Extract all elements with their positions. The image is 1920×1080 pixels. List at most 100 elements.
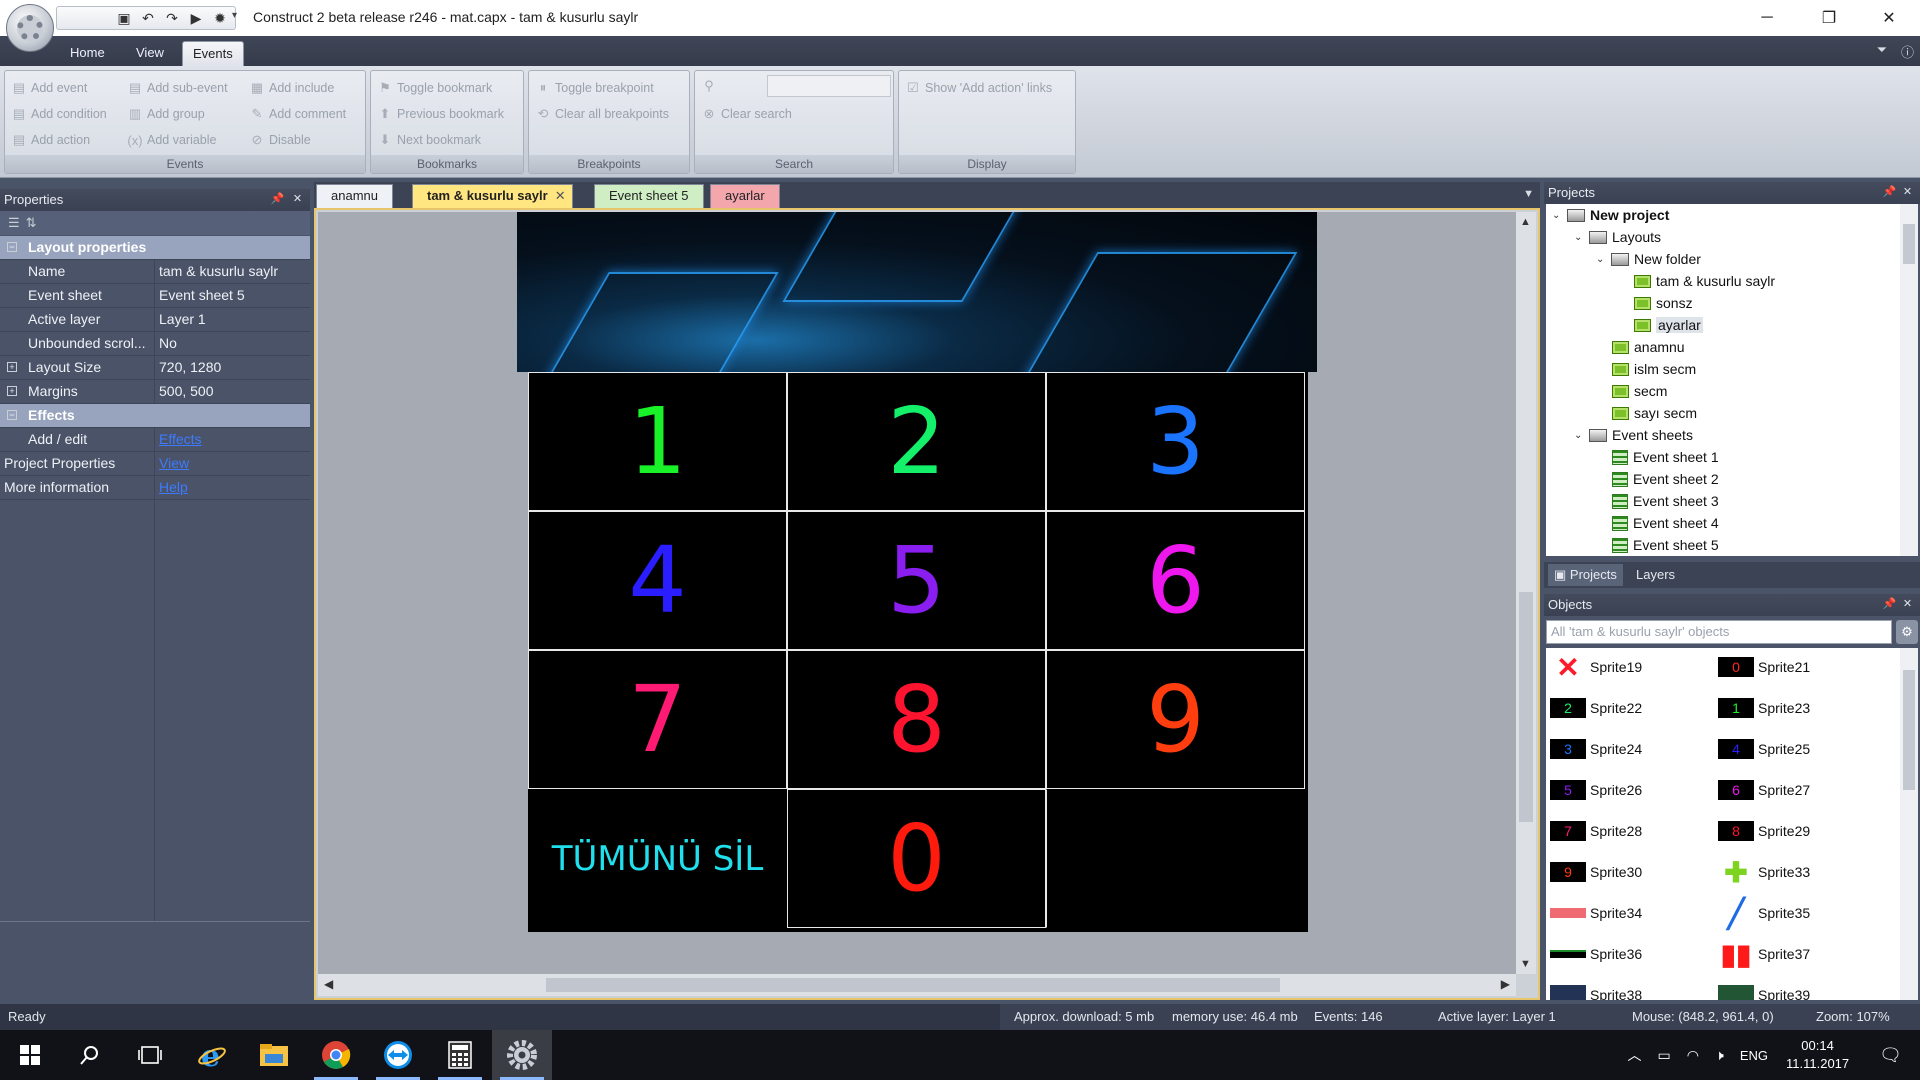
previous-bookmark-button[interactable]: ⬆ Previous bookmark bbox=[377, 103, 504, 125]
object-item[interactable]: 4 Sprite25 bbox=[1718, 732, 1810, 766]
horizontal-scrollbar[interactable]: ◀ ▶ bbox=[318, 974, 1516, 996]
help-link[interactable]: Help bbox=[159, 479, 188, 495]
battery-icon[interactable]: ▭ bbox=[1658, 1047, 1671, 1064]
property-row[interactable]: Active layer Layer 1 bbox=[0, 308, 310, 332]
close-tab-icon[interactable]: ✕ bbox=[555, 185, 566, 207]
add-event-button[interactable]: ▤ Add event bbox=[11, 77, 87, 99]
sort-alpha-icon[interactable]: ⇅ bbox=[26, 215, 37, 231]
pin-icon[interactable]: 📌 bbox=[1882, 597, 1897, 612]
tree-node-event-sheet[interactable]: Event sheet 3 bbox=[1612, 490, 1719, 512]
objects-scrollbar[interactable] bbox=[1900, 648, 1918, 1000]
key-3[interactable]: 3 bbox=[1046, 372, 1305, 511]
toggle-breakpoint-button[interactable]: ⏸ Toggle breakpoint bbox=[535, 77, 654, 99]
help-icon[interactable]: ⓘ bbox=[1901, 42, 1914, 61]
next-bookmark-button[interactable]: ⬇ Next bookmark bbox=[377, 129, 482, 151]
tree-node-layout[interactable]: tam & kusurlu saylr bbox=[1634, 270, 1775, 292]
chevron-up-icon[interactable]: ︿ bbox=[1628, 1045, 1642, 1065]
banner-sprite[interactable] bbox=[517, 212, 1317, 372]
property-value[interactable]: tam & kusurlu saylr bbox=[155, 260, 310, 283]
close-panel-icon[interactable]: ✕ bbox=[1900, 185, 1915, 200]
object-item[interactable]: ╱ Sprite35 bbox=[1718, 896, 1811, 930]
tree-node-layout[interactable]: ayarlar bbox=[1634, 314, 1703, 336]
tree-node-new-folder[interactable]: ⌄ New folder bbox=[1596, 248, 1701, 270]
property-row[interactable]: Add / edit Effects bbox=[0, 428, 310, 452]
view-project-link[interactable]: View bbox=[159, 455, 189, 471]
tree-node-project[interactable]: ⌄ New project bbox=[1552, 204, 1669, 226]
object-item[interactable]: 3 Sprite24 bbox=[1550, 732, 1642, 766]
calculator-icon[interactable] bbox=[430, 1030, 490, 1080]
object-item[interactable]: Sprite38 bbox=[1550, 978, 1642, 1000]
close-panel-icon[interactable]: ✕ bbox=[1900, 597, 1915, 612]
key-8[interactable]: 8 bbox=[787, 650, 1046, 789]
run-layout-icon[interactable]: ▶ bbox=[185, 8, 207, 28]
property-row[interactable]: Name tam & kusurlu saylr bbox=[0, 260, 310, 284]
search-button[interactable]: ⚲ bbox=[701, 75, 717, 97]
add-variable-button[interactable]: (x) Add variable bbox=[127, 129, 216, 151]
property-row[interactable]: + Margins 500, 500 bbox=[0, 380, 310, 404]
key-9[interactable]: 9 bbox=[1046, 650, 1305, 789]
toggle-bookmark-button[interactable]: ⚑ Toggle bookmark bbox=[377, 77, 492, 99]
pin-icon[interactable]: 📌 bbox=[270, 192, 285, 207]
tree-node-layout[interactable]: anamnu bbox=[1612, 336, 1685, 358]
object-item[interactable]: 8 Sprite29 bbox=[1718, 814, 1810, 848]
tab-layers[interactable]: Layers bbox=[1630, 564, 1681, 586]
layout-editor[interactable]: 1 2 3 4 5 6 7 8 9 TÜMÜNÜ SİL 0 ▲ ▼ ◀ ▶ bbox=[314, 208, 1540, 1000]
clear-all-button[interactable]: TÜMÜNÜ SİL bbox=[528, 789, 787, 928]
redo-icon[interactable]: ↷ bbox=[161, 8, 183, 28]
tree-node-event-sheets[interactable]: ⌄ Event sheets bbox=[1574, 424, 1693, 446]
project-tree-scrollbar[interactable] bbox=[1900, 204, 1918, 556]
key-6[interactable]: 6 bbox=[1046, 511, 1305, 650]
expand-icon[interactable]: + bbox=[7, 362, 17, 372]
construct2-taskbar-icon[interactable] bbox=[492, 1030, 552, 1080]
object-item[interactable]: Sprite34 bbox=[1550, 896, 1642, 930]
scroll-thumb[interactable] bbox=[1903, 224, 1915, 264]
categorized-icon[interactable]: ☰ bbox=[8, 215, 20, 231]
minimize-ribbon-icon[interactable]: ⏷ bbox=[1877, 42, 1887, 61]
tree-node-layout[interactable]: secm bbox=[1612, 380, 1667, 402]
scroll-thumb[interactable] bbox=[1519, 592, 1533, 822]
property-value[interactable]: 500, 500 bbox=[155, 380, 310, 403]
clock[interactable]: 00:14 11.11.2017 bbox=[1786, 1037, 1849, 1073]
object-item[interactable]: 9 Sprite30 bbox=[1550, 855, 1642, 889]
customize-qat-icon[interactable]: ▾ bbox=[232, 10, 237, 21]
collapse-icon[interactable]: − bbox=[7, 242, 17, 252]
tree-node-layout[interactable]: sonsz bbox=[1634, 292, 1693, 314]
vertical-scrollbar[interactable]: ▲ ▼ bbox=[1516, 212, 1536, 974]
app-menu-button[interactable] bbox=[6, 4, 54, 52]
action-center-icon[interactable]: 🗨 bbox=[1879, 1045, 1902, 1066]
search-input[interactable] bbox=[767, 75, 891, 97]
property-row[interactable]: Event sheet Event sheet 5 bbox=[0, 284, 310, 308]
tab-view[interactable]: View bbox=[126, 41, 174, 66]
tab-list-icon[interactable]: ▼ bbox=[1523, 188, 1534, 200]
scroll-thumb[interactable] bbox=[546, 978, 1280, 992]
add-group-button[interactable]: ▥ Add group bbox=[127, 103, 205, 125]
disable-button[interactable]: ⊘ Disable bbox=[249, 129, 311, 151]
close-icon[interactable]: ✕ bbox=[1866, 0, 1912, 36]
save-icon[interactable]: ▣ bbox=[113, 8, 135, 28]
minimize-icon[interactable]: ─ bbox=[1744, 0, 1790, 36]
tab-home[interactable]: Home bbox=[60, 41, 115, 66]
key-4[interactable]: 4 bbox=[528, 511, 787, 650]
scroll-right-icon[interactable]: ▶ bbox=[1501, 977, 1510, 991]
wifi-icon[interactable]: ◠ bbox=[1687, 1047, 1699, 1064]
object-item[interactable]: 5 Sprite26 bbox=[1550, 773, 1642, 807]
tab-ayarlar[interactable]: ayarlar bbox=[710, 184, 780, 208]
object-item[interactable]: 2 Sprite22 bbox=[1550, 691, 1642, 725]
clear-breakpoints-button[interactable]: ⟲ Clear all breakpoints bbox=[535, 103, 669, 125]
add-comment-button[interactable]: ✎ Add comment bbox=[249, 103, 347, 125]
object-item[interactable]: 0 Sprite21 bbox=[1718, 650, 1810, 684]
object-item[interactable]: 7 Sprite28 bbox=[1550, 814, 1642, 848]
tree-node-event-sheet[interactable]: Event sheet 5 bbox=[1612, 534, 1719, 556]
close-panel-icon[interactable]: ✕ bbox=[290, 192, 305, 207]
collapse-icon[interactable]: − bbox=[7, 410, 17, 420]
search-icon[interactable] bbox=[60, 1030, 120, 1080]
scroll-down-icon[interactable]: ▼ bbox=[1520, 958, 1531, 970]
windows-start-icon[interactable] bbox=[0, 1030, 60, 1080]
property-row[interactable]: Project Properties View bbox=[0, 452, 310, 476]
key-7[interactable]: 7 bbox=[528, 650, 787, 789]
property-value[interactable]: No bbox=[155, 332, 310, 355]
add-include-button[interactable]: ▦ Add include bbox=[249, 77, 334, 99]
show-add-action-checkbox[interactable]: ☑ Show 'Add action' links bbox=[905, 77, 1052, 99]
filter-options-icon[interactable]: ⚙ bbox=[1896, 620, 1918, 644]
tab-events[interactable]: Events bbox=[182, 41, 244, 66]
